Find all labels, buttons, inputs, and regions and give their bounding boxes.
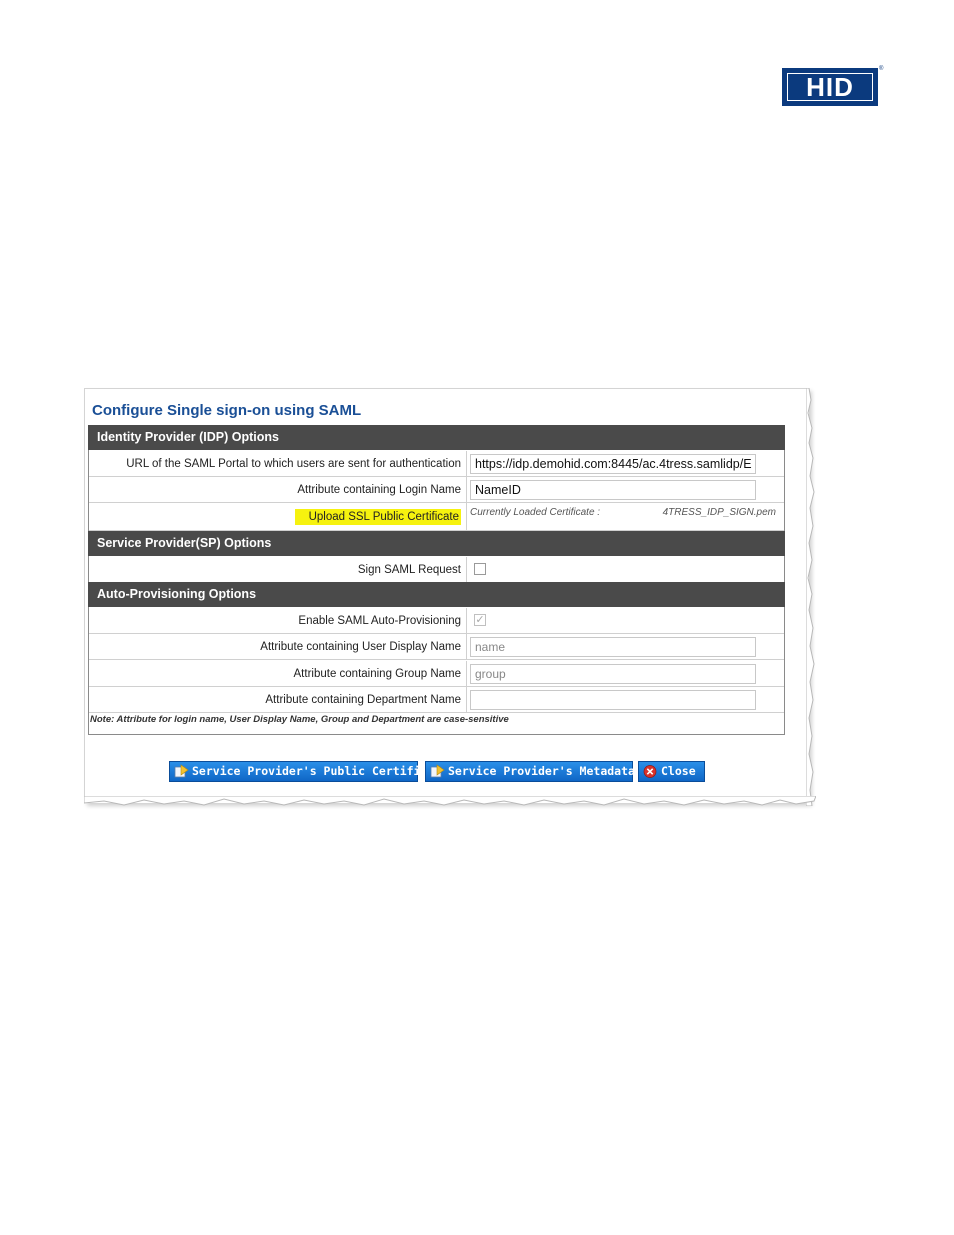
row-login-attribute: Attribute containing Login Name NameID <box>89 477 784 503</box>
display-name-attribute-cell: name <box>467 634 784 659</box>
certificate-loaded-label: Currently Loaded Certificate : <box>470 507 601 518</box>
sign-request-label: Sign SAML Request <box>89 557 467 582</box>
close-button-label: Close <box>661 764 696 778</box>
row-portal-url: URL of the SAML Portal to which users ar… <box>89 451 784 477</box>
enable-autoprov-cell: ✓ <box>467 608 784 633</box>
certificate-info-cell: Currently Loaded Certificate : 4TRESS_ID… <box>467 503 784 530</box>
row-enable-autoprov: Enable SAML Auto-Provisioning ✓ <box>89 608 784 634</box>
portal-url-cell: https://idp.demohid.com:8445/ac.4tress.s… <box>467 451 784 476</box>
page-title: Configure Single sign-on using SAML <box>92 402 362 419</box>
row-group-attribute: Attribute containing Group Name group <box>89 661 784 687</box>
torn-edge-bottom <box>84 796 816 806</box>
sign-request-checkbox[interactable] <box>474 563 486 575</box>
sp-metadata-button-label: Service Provider's Metadata <box>448 764 635 778</box>
group-attribute-input[interactable]: group <box>470 664 756 684</box>
display-name-attribute-input[interactable]: name <box>470 637 756 657</box>
department-attribute-cell <box>467 687 784 712</box>
department-attribute-input[interactable] <box>470 690 756 710</box>
row-department-attribute: Attribute containing Department Name <box>89 687 784 713</box>
upload-certificate-label-cell: Upload SSL Public Certificate <box>89 503 467 530</box>
row-upload-certificate: Upload SSL Public Certificate Currently … <box>89 503 784 531</box>
upload-certificate-link[interactable]: Upload SSL Public Certificate <box>294 509 461 525</box>
sign-request-cell <box>467 557 784 582</box>
display-name-attribute-label: Attribute containing User Display Name <box>89 634 467 659</box>
enable-autoprov-label: Enable SAML Auto-Provisioning <box>89 608 467 633</box>
hid-logo: HID <box>782 68 878 106</box>
portal-url-label: URL of the SAML Portal to which users ar… <box>89 451 467 476</box>
close-circle-icon <box>643 765 657 778</box>
enable-autoprov-checkbox[interactable]: ✓ <box>474 614 486 626</box>
case-sensitivity-note: Note: Attribute for login name, User Dis… <box>90 714 509 725</box>
checkmark-icon: ✓ <box>475 614 485 626</box>
login-attribute-label: Attribute containing Login Name <box>89 477 467 502</box>
login-attribute-input[interactable]: NameID <box>470 480 756 500</box>
sp-certificate-button[interactable]: Service Provider's Public Certificate <box>169 761 448 782</box>
section-header-autoprov: Auto-Provisioning Options <box>88 582 785 607</box>
torn-edge-right <box>806 388 815 806</box>
hid-logo-text: HID <box>806 72 854 102</box>
hid-logo-frame: HID <box>787 73 873 101</box>
sp-metadata-button[interactable]: Service Provider's Metadata <box>425 761 635 782</box>
login-attribute-cell: NameID <box>467 477 784 502</box>
close-button[interactable]: Close <box>638 761 705 782</box>
sp-certificate-button-label: Service Provider's Public Certificate <box>192 764 449 778</box>
section-header-idp: Identity Provider (IDP) Options <box>88 425 785 450</box>
group-attribute-label: Attribute containing Group Name <box>89 661 467 686</box>
metadata-export-icon <box>430 764 445 778</box>
department-attribute-label: Attribute containing Department Name <box>89 687 467 712</box>
row-display-name-attribute: Attribute containing User Display Name n… <box>89 634 784 660</box>
registered-mark: ® <box>879 66 884 72</box>
group-attribute-cell: group <box>467 661 784 686</box>
certificate-file-name: 4TRESS_IDP_SIGN.pem <box>662 507 776 518</box>
certificate-export-icon <box>174 764 189 778</box>
section-header-sp: Service Provider(SP) Options <box>88 531 785 556</box>
portal-url-input[interactable]: https://idp.demohid.com:8445/ac.4tress.s… <box>470 454 756 474</box>
row-sign-request: Sign SAML Request <box>89 557 784 583</box>
